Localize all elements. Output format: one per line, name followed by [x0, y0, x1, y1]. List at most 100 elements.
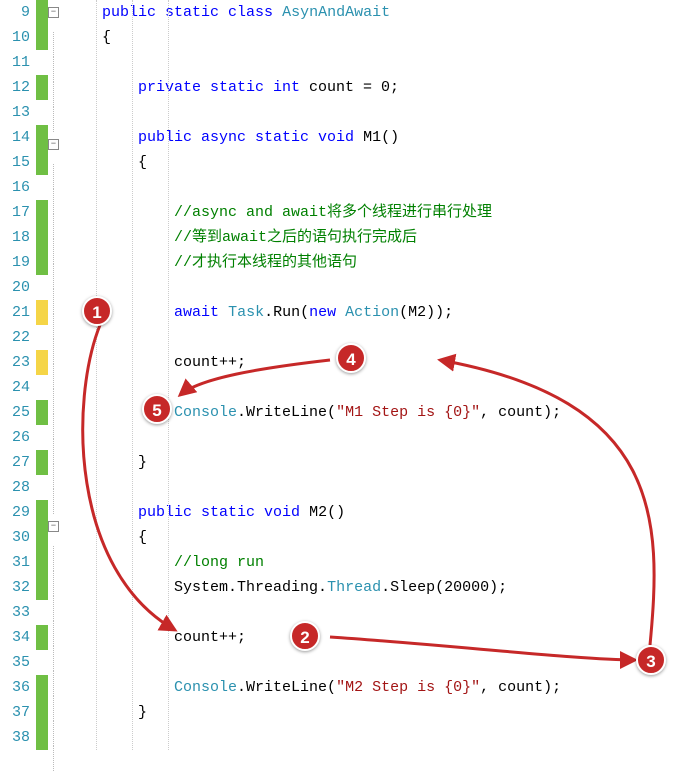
code-line [66, 600, 684, 625]
line-number: 28 [0, 475, 30, 500]
annotation-badge-3: 3 [636, 645, 666, 675]
line-number: 21 [0, 300, 30, 325]
change-marker [36, 350, 48, 375]
change-marker [36, 125, 48, 150]
code-line: //async and await将多个线程进行串行处理 [66, 200, 684, 225]
code-line: //才执行本线程的其他语句 [66, 250, 684, 275]
code-line: Console.WriteLine("M2 Step is {0}", coun… [66, 675, 684, 700]
change-marker [36, 150, 48, 175]
code-line: //long run [66, 550, 684, 575]
code-line: } [66, 700, 684, 725]
code-line [66, 650, 684, 675]
code-line: count++; [66, 350, 684, 375]
annotation-badge-2: 2 [290, 621, 320, 651]
line-number: 38 [0, 725, 30, 750]
code-line [66, 275, 684, 300]
line-number: 15 [0, 150, 30, 175]
code-line: { [66, 525, 684, 550]
change-marker [36, 725, 48, 750]
change-marker [36, 500, 48, 525]
code-line [66, 725, 684, 750]
code-line: System.Threading.Thread.Sleep(20000); [66, 575, 684, 600]
code-line [66, 100, 684, 125]
change-marker [36, 200, 48, 225]
change-marker [36, 700, 48, 725]
line-number-gutter: 9101112131415161718192021222324252627282… [0, 0, 36, 771]
change-marker [36, 300, 48, 325]
line-number: 11 [0, 50, 30, 75]
annotation-badge-5: 5 [142, 394, 172, 424]
change-marker [36, 525, 48, 550]
code-line: } [66, 450, 684, 475]
code-area: public static class AsynAndAwait { priva… [62, 0, 684, 771]
change-marker [36, 75, 48, 100]
code-line: public async static void M1() [66, 125, 684, 150]
code-line [66, 425, 684, 450]
line-number: 19 [0, 250, 30, 275]
change-marker [36, 400, 48, 425]
change-marker [36, 550, 48, 575]
line-number: 18 [0, 225, 30, 250]
code-line [66, 175, 684, 200]
change-marker [36, 625, 48, 650]
change-marker [36, 600, 48, 625]
change-marker-column [36, 0, 48, 771]
change-marker [36, 225, 48, 250]
change-marker [36, 675, 48, 700]
change-marker [36, 275, 48, 300]
line-number: 24 [0, 375, 30, 400]
line-number: 29 [0, 500, 30, 525]
line-number: 36 [0, 675, 30, 700]
line-number: 26 [0, 425, 30, 450]
change-marker [36, 175, 48, 200]
change-marker [36, 650, 48, 675]
annotation-badge-4: 4 [336, 343, 366, 373]
line-number: 35 [0, 650, 30, 675]
code-line: public static void M2() [66, 500, 684, 525]
line-number: 16 [0, 175, 30, 200]
code-line: { [66, 150, 684, 175]
change-marker [36, 375, 48, 400]
line-number: 17 [0, 200, 30, 225]
line-number: 13 [0, 100, 30, 125]
change-marker [36, 475, 48, 500]
line-number: 14 [0, 125, 30, 150]
code-line: { [66, 25, 684, 50]
line-number: 12 [0, 75, 30, 100]
code-line: await Task.Run(new Action(M2)); [66, 300, 684, 325]
line-number: 20 [0, 275, 30, 300]
change-marker [36, 0, 48, 25]
code-line: private static int count = 0; [66, 75, 684, 100]
code-editor: 9101112131415161718192021222324252627282… [0, 0, 684, 771]
change-marker [36, 100, 48, 125]
change-marker [36, 450, 48, 475]
fold-toggle[interactable]: − [48, 521, 59, 532]
line-number: 30 [0, 525, 30, 550]
line-number: 37 [0, 700, 30, 725]
line-number: 10 [0, 25, 30, 50]
fold-toggle[interactable]: − [48, 139, 59, 150]
change-marker [36, 425, 48, 450]
line-number: 27 [0, 450, 30, 475]
fold-column: − − − [48, 0, 62, 771]
code-line: count++; [66, 625, 684, 650]
fold-toggle[interactable]: − [48, 7, 59, 18]
line-number: 34 [0, 625, 30, 650]
line-number: 22 [0, 325, 30, 350]
change-marker [36, 325, 48, 350]
line-number: 31 [0, 550, 30, 575]
line-number: 9 [0, 0, 30, 25]
code-line [66, 325, 684, 350]
change-marker [36, 575, 48, 600]
line-number: 33 [0, 600, 30, 625]
line-number: 25 [0, 400, 30, 425]
change-marker [36, 250, 48, 275]
change-marker [36, 50, 48, 75]
code-line [66, 475, 684, 500]
code-line [66, 50, 684, 75]
line-number: 23 [0, 350, 30, 375]
line-number: 32 [0, 575, 30, 600]
code-line: public static class AsynAndAwait [66, 0, 684, 25]
code-line: //等到await之后的语句执行完成后 [66, 225, 684, 250]
change-marker [36, 25, 48, 50]
